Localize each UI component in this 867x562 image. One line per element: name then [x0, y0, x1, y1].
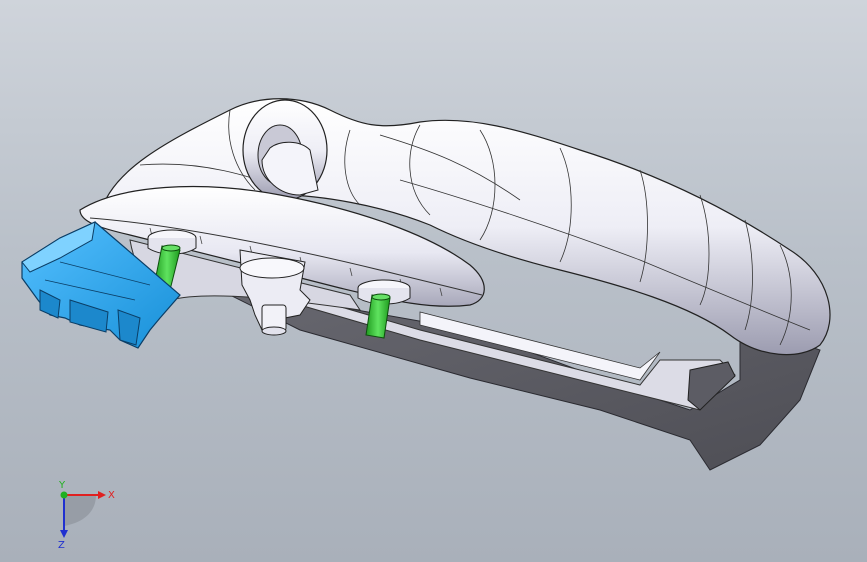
- model-canvas[interactable]: [0, 0, 867, 562]
- coordinate-triad: X Y Z: [58, 480, 115, 550]
- triad-x-label: X: [108, 490, 115, 501]
- cad-viewport[interactable]: X Y Z: [0, 0, 867, 562]
- triad-z-arrow: [60, 530, 68, 538]
- handle-loop: [242, 99, 328, 201]
- triad-z-label: Z: [58, 540, 65, 550]
- triad-y-axis: [60, 491, 68, 499]
- triad-shadow: [64, 495, 96, 526]
- triad-x-arrow: [98, 491, 106, 499]
- triad-y-label: Y: [58, 480, 66, 491]
